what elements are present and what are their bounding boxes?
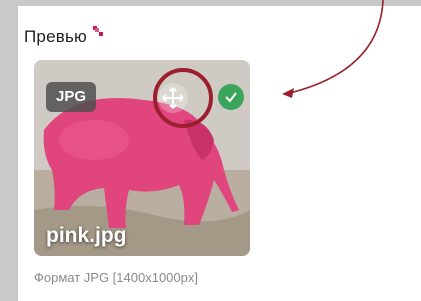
image-preview-card[interactable]: JPG pink.jpg [34, 60, 250, 256]
preview-title: Превью [24, 27, 87, 46]
preview-header: Превью [24, 26, 105, 47]
format-caption: Формат JPG [1400x1000px] [34, 270, 198, 285]
required-marker-icon [92, 26, 105, 38]
file-type-badge: JPG [46, 82, 97, 112]
file-name: pink.jpg [46, 224, 127, 247]
highlight-ring [153, 68, 213, 128]
confirm-button[interactable] [218, 84, 244, 110]
check-icon [225, 92, 237, 103]
